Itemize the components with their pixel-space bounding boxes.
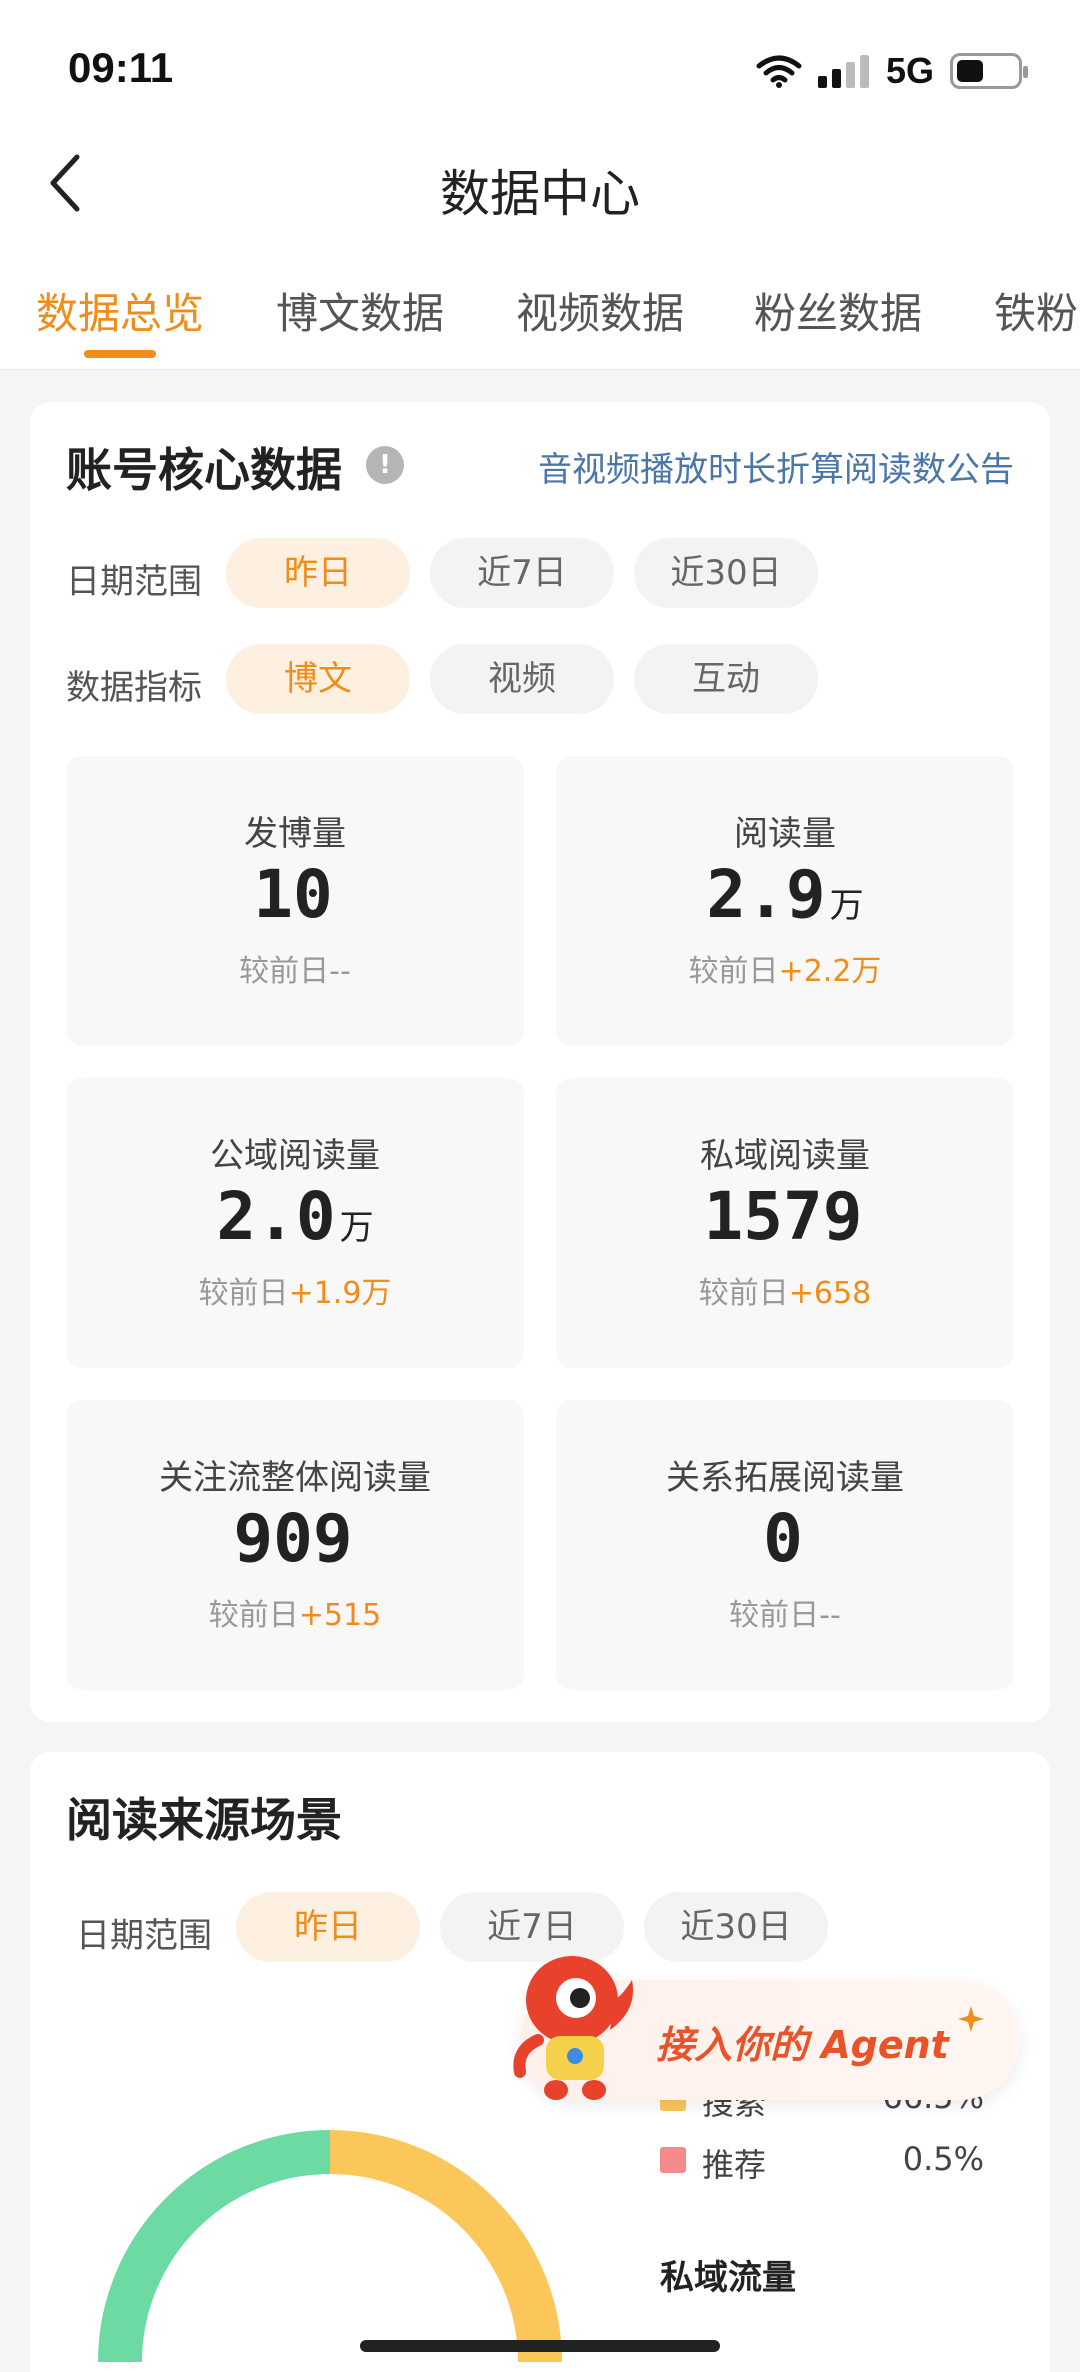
agent-banner[interactable]: 接入你的 Agent (513, 1956, 1020, 2100)
metric-type-label: 数据指标 (66, 668, 202, 708)
mascot-icon (513, 1956, 634, 2100)
source-date-chip-yesterday[interactable]: 昨日 (236, 1892, 420, 1962)
metric-compare: 较前日-- (239, 954, 351, 989)
metric-compare: 较前日+658 (698, 1276, 872, 1311)
date-range-label: 日期范围 (66, 562, 202, 602)
private-traffic-heading: 私域流量 (660, 2258, 796, 2298)
core-data-title: 账号核心数据 (66, 443, 342, 497)
date-chip-7days[interactable]: 近7日 (430, 538, 614, 608)
home-indicator (360, 2340, 720, 2352)
status-bar: 09:11 5G (0, 0, 1080, 130)
date-chip-yesterday[interactable]: 昨日 (226, 538, 410, 608)
metric-value: 2.9 万 (706, 856, 864, 933)
tab-post-data[interactable]: 博文数据 (276, 280, 444, 341)
wifi-icon (756, 55, 802, 88)
date-chip-30days[interactable]: 近30日 (634, 538, 818, 608)
donut-segment-other (98, 2130, 331, 2363)
metric-tile-public-reads[interactable]: 公域阅读量 2.0 万 较前日+1.9万 (66, 1078, 524, 1368)
metric-label: 关注流整体阅读量 (159, 1458, 431, 1498)
read-source-title: 阅读来源场景 (66, 1793, 342, 1847)
source-date-range-label: 日期范围 (76, 1916, 212, 1956)
metric-chip-video[interactable]: 视频 (430, 644, 614, 714)
battery-icon (950, 53, 1028, 89)
metric-tile-reads[interactable]: 阅读量 2.9 万 较前日+2.2万 (556, 756, 1014, 1046)
legend-value-recommend: 0.5% (902, 2140, 984, 2178)
tab-overview[interactable]: 数据总览 (36, 280, 204, 341)
page-title: 数据中心 (440, 165, 640, 223)
metric-tile-relation-reads[interactable]: 关系拓展阅读量 0 较前日-- (556, 1400, 1014, 1690)
tab-bar: 数据总览 博文数据 视频数据 粉丝数据 铁粉数 (0, 240, 1080, 370)
source-date-chip-30days[interactable]: 近30日 (644, 1892, 828, 1962)
tab-active-indicator (84, 350, 156, 358)
status-time: 09:11 (68, 44, 174, 91)
nav-bar: 数据中心 (0, 130, 1080, 240)
tab-iron-fans[interactable]: 铁粉数 (994, 280, 1080, 341)
donut-segment-search (329, 2130, 562, 2363)
metric-compare: 较前日+2.2万 (688, 954, 882, 989)
status-icons: 5G (756, 50, 1028, 92)
metric-value: 1579 (703, 1178, 863, 1255)
metric-compare: 较前日-- (729, 1598, 841, 1633)
sparkle-icon (958, 2006, 984, 2032)
network-label: 5G (885, 50, 934, 91)
legend-label-recommend: 推荐 (702, 2146, 767, 2184)
battery-level (957, 60, 983, 82)
metric-value: 909 (233, 1500, 353, 1577)
metric-chip-post[interactable]: 博文 (226, 644, 410, 714)
metric-chip-interaction[interactable]: 互动 (634, 644, 818, 714)
info-icon[interactable]: ! (366, 446, 404, 484)
metric-tile-follow-feed-reads[interactable]: 关注流整体阅读量 909 较前日+515 (66, 1400, 524, 1690)
metric-value: 10 (253, 856, 333, 933)
metric-label: 私域阅读量 (700, 1136, 870, 1176)
metric-value: 2.0 万 (216, 1178, 374, 1255)
notice-link[interactable]: 音视频播放时长折算阅读数公告 (538, 442, 1014, 491)
legend-swatch-recommend (660, 2147, 686, 2173)
metric-label: 公域阅读量 (210, 1136, 380, 1176)
agent-banner-text: 接入你的 Agent (656, 2023, 949, 2067)
core-data-card: 账号核心数据 ! 音视频播放时长折算阅读数公告 日期范围 昨日 近7日 近30日… (30, 402, 1050, 1722)
metric-label: 关系拓展阅读量 (666, 1458, 904, 1498)
metric-value: 0 (763, 1500, 803, 1577)
tab-video-data[interactable]: 视频数据 (516, 280, 684, 341)
metric-tile-posts[interactable]: 发博量 10 较前日-- (66, 756, 524, 1046)
signal-icon (817, 55, 869, 88)
metric-compare: 较前日+515 (208, 1598, 382, 1633)
tab-fans-data[interactable]: 粉丝数据 (754, 280, 922, 341)
metric-label: 发博量 (244, 814, 346, 854)
metric-compare: 较前日+1.9万 (198, 1276, 392, 1311)
metric-label: 阅读量 (734, 814, 836, 854)
metric-tile-private-reads[interactable]: 私域阅读量 1579 较前日+658 (556, 1078, 1014, 1368)
